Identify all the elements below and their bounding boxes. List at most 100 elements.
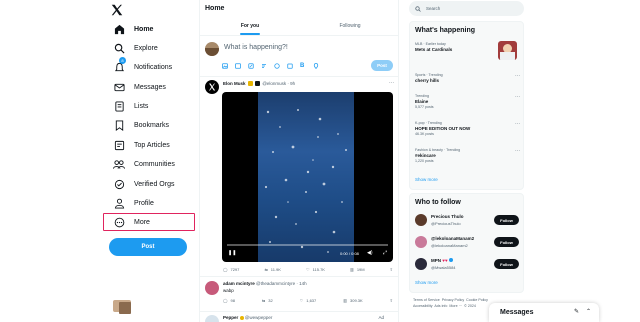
avatar xyxy=(415,236,427,248)
search-input[interactable]: Search xyxy=(426,6,440,11)
footer-link[interactable]: Ads info xyxy=(434,304,447,308)
tweet-more-icon[interactable]: ··· xyxy=(389,80,394,86)
image-icon[interactable] xyxy=(222,63,228,69)
nav-label: Communities xyxy=(134,160,175,168)
nav-communities[interactable]: Communities xyxy=(104,155,196,173)
post-button[interactable]: Post xyxy=(109,238,187,256)
author-name[interactable]: adam mcintyre xyxy=(223,281,255,286)
nav-label: Profile xyxy=(134,199,154,207)
tweet-header: adam mcintyre @theadammcintyre · 14h xyxy=(223,281,307,286)
footer-link[interactable]: More ··· xyxy=(449,304,462,308)
trend-item[interactable]: Fashion & beauty · Trending #ekincare 1,… xyxy=(415,148,520,166)
share-button[interactable]: ⇪ xyxy=(390,267,393,272)
trend-context: Sports · Trending xyxy=(415,73,443,77)
avatar[interactable] xyxy=(205,315,219,322)
avatar[interactable] xyxy=(205,281,219,295)
trend-more-icon[interactable]: ··· xyxy=(515,94,520,100)
gif-icon[interactable] xyxy=(235,63,241,69)
follow-button[interactable]: Follow xyxy=(494,237,519,247)
nav-notifications[interactable]: 8 Notifications xyxy=(104,57,196,76)
share-button[interactable]: ⇪ xyxy=(390,298,393,303)
search-bar[interactable]: Search xyxy=(409,1,524,16)
nav-explore[interactable]: Explore xyxy=(104,39,196,57)
expand-icon[interactable]: ⌃ xyxy=(586,308,591,315)
trend-item[interactable]: MLB · Earlier today Mets at Cardinals xyxy=(415,41,520,62)
author-name[interactable]: Elon Musk xyxy=(223,81,246,86)
nav-bookmarks[interactable]: Bookmarks xyxy=(104,116,196,134)
nav-lists[interactable]: Lists xyxy=(104,97,196,115)
avatar[interactable] xyxy=(205,80,219,94)
nav-profile[interactable]: Profile xyxy=(104,194,196,212)
person-icon xyxy=(112,196,126,210)
new-message-icon[interactable]: ✎ xyxy=(574,308,579,315)
video-player[interactable]: ❚❚ 0:00 / 0:08 ◀) ⤢ xyxy=(222,92,393,262)
fullscreen-icon[interactable]: ⤢ xyxy=(383,250,387,256)
footer-link[interactable]: Cookie Policy xyxy=(466,298,488,302)
composer-post-button[interactable]: Post xyxy=(371,60,393,71)
show-more-link[interactable]: Show more xyxy=(415,177,438,182)
grok-icon[interactable] xyxy=(248,63,254,69)
location-icon[interactable] xyxy=(313,63,319,70)
trend-more-icon[interactable]: ··· xyxy=(515,73,520,79)
bold-icon[interactable]: B xyxy=(300,63,306,69)
views-button[interactable]: ▥ 309.3K xyxy=(343,298,362,303)
reply-button[interactable]: ◯ 98 xyxy=(223,298,235,303)
who-to-follow-card: Who to follow Precious Thulo @PreciousTh… xyxy=(409,193,524,293)
messages-drawer-title: Messages xyxy=(500,309,534,316)
follow-button[interactable]: Follow xyxy=(494,259,519,269)
tweet-header: Elon Musk @elonmusk · 9h xyxy=(223,81,295,87)
follow-suggestion[interactable]: @lekoloanaManam2 @lekoloanaManam2 Follow xyxy=(415,234,523,254)
trend-more-icon[interactable]: ··· xyxy=(515,148,520,154)
nav-home[interactable]: Home xyxy=(104,20,196,38)
show-more-link[interactable]: Show more xyxy=(415,280,438,285)
like-button[interactable]: ♡ 115.7K xyxy=(306,267,325,272)
x-logo-icon[interactable] xyxy=(110,3,126,19)
nav-messages[interactable]: Messages xyxy=(104,78,196,96)
repost-button[interactable]: ⇆ 11.9K xyxy=(264,267,281,272)
emoji-icon[interactable] xyxy=(274,63,280,69)
follow-button[interactable]: Follow xyxy=(494,215,519,225)
page-title: Home xyxy=(205,5,225,12)
repost-button[interactable]: ⇆ 32 xyxy=(262,298,273,303)
main-timeline: Home For you Following What is happening… xyxy=(199,0,399,322)
footer-link[interactable]: Terms of Service xyxy=(413,298,440,302)
video-progress-bar[interactable] xyxy=(227,244,388,246)
trend-item[interactable]: Sports · Trending cherry hills ··· xyxy=(415,73,520,89)
footer-link[interactable]: Accessibility xyxy=(413,304,433,308)
tab-for-you[interactable]: For you xyxy=(200,16,300,35)
reply-icon: ◯ xyxy=(223,267,228,272)
nav-label: Home xyxy=(134,25,154,33)
trend-topic: Elaine xyxy=(415,99,429,104)
schedule-icon[interactable] xyxy=(287,63,293,69)
reply-button[interactable]: ◯ 7297 xyxy=(223,267,239,272)
nav-label: Explore xyxy=(134,44,158,52)
footer-link[interactable]: Privacy Policy xyxy=(442,298,464,302)
nav-top-articles[interactable]: Top Articles xyxy=(104,136,196,154)
tab-following[interactable]: Following xyxy=(300,16,398,35)
composer-input[interactable]: What is happening?! xyxy=(224,44,288,51)
trend-item[interactable]: Trending Elaine 5,577 posts ··· xyxy=(415,94,520,112)
tweet-header: Pepper @wewpepper xyxy=(223,315,272,320)
heart-icon: ♡ xyxy=(306,267,310,272)
author-handle: @wewpepper xyxy=(244,315,273,320)
pause-icon[interactable]: ❚❚ xyxy=(228,250,236,256)
like-button[interactable]: ♡ 1,637 xyxy=(300,298,317,303)
tweet-card[interactable]: Pepper @wewpepper Ad xyxy=(200,312,398,322)
volume-icon[interactable]: ◀) xyxy=(367,250,373,256)
nav-verified-orgs[interactable]: Verified Orgs xyxy=(104,175,196,193)
trend-item[interactable]: K-pop · Trending HOPE EDITION OUT NOW 46… xyxy=(415,121,520,139)
views-button[interactable]: ▥ 19M xyxy=(350,267,365,272)
bell-icon: 8 xyxy=(112,57,126,74)
tweet-card[interactable]: adam mcintyre @theadammcintyre · 14h wab… xyxy=(200,278,398,312)
video-time: 0:00 / 0:08 xyxy=(340,251,359,256)
timeline-tabs: For you Following xyxy=(200,16,398,36)
account-switcher[interactable] xyxy=(113,300,133,314)
poll-icon[interactable] xyxy=(261,63,267,69)
author-name[interactable]: Pepper xyxy=(223,315,238,320)
trend-more-icon[interactable]: ··· xyxy=(515,121,520,127)
follow-suggestion[interactable]: Precious Thulo @PreciousThulo Follow xyxy=(415,212,523,232)
verified-badge-icon xyxy=(448,258,453,262)
messages-drawer[interactable]: Messages ✎ ⌃ xyxy=(489,303,599,322)
follow-suggestion[interactable]: MPN ♥♥ @Mwala5584 Follow xyxy=(415,256,523,276)
home-icon xyxy=(112,22,126,36)
